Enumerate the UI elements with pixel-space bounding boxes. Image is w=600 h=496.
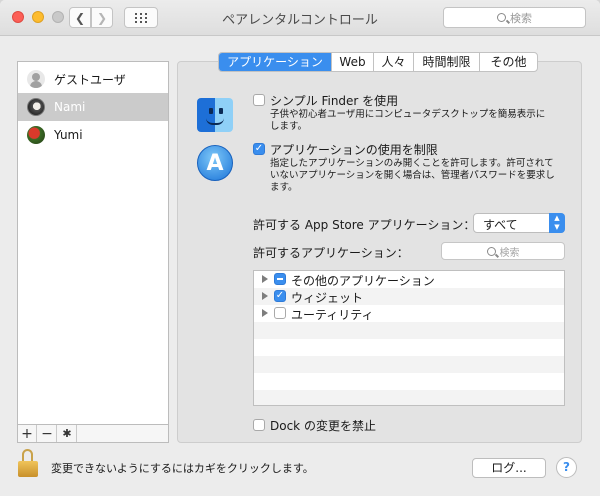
search-icon xyxy=(486,246,496,256)
disclosure-triangle-icon[interactable] xyxy=(262,309,268,317)
title-bar: ❮ ❯ ペアレンタルコントロール 検索 xyxy=(0,0,600,36)
gear-icon: ✱ xyxy=(62,427,72,440)
disclosure-triangle-icon[interactable] xyxy=(262,292,268,300)
simple-finder-description: 子供や初心者ユーザ用にコンピュータデスクトップを簡易表示に します。 xyxy=(270,109,546,132)
user-item-yumi[interactable]: Yumi xyxy=(18,121,168,149)
allowed-apps-list: その他のアプリケーション ✓ ウィジェット ユーティリティ xyxy=(253,270,565,406)
widgets-label: ウィジェット xyxy=(291,291,364,305)
remove-user-button[interactable]: − xyxy=(38,425,57,442)
limit-apps-label: アプリケーションの使用を制限 xyxy=(270,143,438,157)
simple-finder-label: シンプル Finder を使用 xyxy=(270,94,399,108)
appstore-apps-popup[interactable]: すべて ▲ ▼ xyxy=(473,213,565,233)
search-field[interactable]: 検索 xyxy=(443,7,586,28)
chevron-updown-icon: ▲ ▼ xyxy=(549,213,565,233)
other-apps-label: その他のアプリケーション xyxy=(291,274,435,288)
utilities-checkbox[interactable] xyxy=(274,307,286,319)
limit-apps-description: 指定したアプリケーションのみ開くことを許可します。許可されて いないアプリケーシ… xyxy=(270,158,555,193)
allowed-apps-search[interactable]: 検索 xyxy=(441,242,565,260)
list-item-utilities[interactable]: ユーティリティ xyxy=(254,305,564,322)
user-name: Yumi xyxy=(54,128,83,142)
minus-icon: − xyxy=(41,425,53,442)
list-item-other-apps[interactable]: その他のアプリケーション xyxy=(254,271,564,288)
dock-checkbox[interactable] xyxy=(253,419,265,431)
user-item-nami[interactable]: Nami xyxy=(18,93,168,121)
tab-people[interactable]: 人々 xyxy=(374,53,414,71)
appstore-apps-label: 許可する App Store アプリケーション： xyxy=(253,218,476,232)
search-placeholder: 検索 xyxy=(510,11,532,25)
widgets-checkbox[interactable]: ✓ xyxy=(274,290,286,302)
limit-apps-checkbox[interactable]: ✓ xyxy=(253,143,265,155)
app-store-icon: A xyxy=(197,145,233,181)
tab-web[interactable]: Web xyxy=(332,53,374,71)
user-list: ゲストユーザ Nami Yumi xyxy=(17,61,169,443)
tab-applications[interactable]: アプリケーション xyxy=(219,53,332,71)
plus-icon: + xyxy=(21,425,33,442)
dock-label: Dock の変更を禁止 xyxy=(270,419,376,433)
user-item-guest[interactable]: ゲストユーザ xyxy=(18,65,168,93)
user-avatar xyxy=(27,126,45,144)
help-button[interactable]: ? xyxy=(556,457,577,478)
action-button[interactable]: ✱ xyxy=(58,425,77,442)
tab-other[interactable]: その他 xyxy=(480,53,537,71)
list-item-widgets[interactable]: ✓ ウィジェット xyxy=(254,288,564,305)
appstore-apps-value: すべて xyxy=(483,218,518,232)
user-list-toolbar: + − ✱ xyxy=(17,424,169,443)
disclosure-triangle-icon[interactable] xyxy=(262,275,268,283)
finder-icon xyxy=(197,98,233,132)
lock-icon[interactable] xyxy=(18,449,38,479)
user-avatar xyxy=(27,98,45,116)
allowed-apps-label: 許可するアプリケーション： xyxy=(253,246,409,260)
user-name: Nami xyxy=(54,100,86,114)
other-apps-checkbox[interactable] xyxy=(274,273,286,285)
tab-bar: アプリケーション Web 人々 時間制限 その他 xyxy=(218,52,538,72)
tab-time-limits[interactable]: 時間制限 xyxy=(414,53,480,71)
simple-finder-checkbox[interactable] xyxy=(253,94,265,106)
log-button[interactable]: ログ... xyxy=(472,458,546,478)
add-user-button[interactable]: + xyxy=(18,425,37,442)
user-name: ゲストユーザ xyxy=(54,72,126,87)
search-icon xyxy=(497,13,506,22)
lock-hint-text: 変更できないようにするにはカギをクリックします。 xyxy=(51,462,314,475)
preferences-window: ❮ ❯ ペアレンタルコントロール 検索 ゲストユーザ Nami Yumi + −… xyxy=(0,0,600,496)
guest-user-icon xyxy=(27,70,45,88)
allowed-apps-search-placeholder: 検索 xyxy=(499,247,520,259)
utilities-label: ユーティリティ xyxy=(291,308,374,322)
